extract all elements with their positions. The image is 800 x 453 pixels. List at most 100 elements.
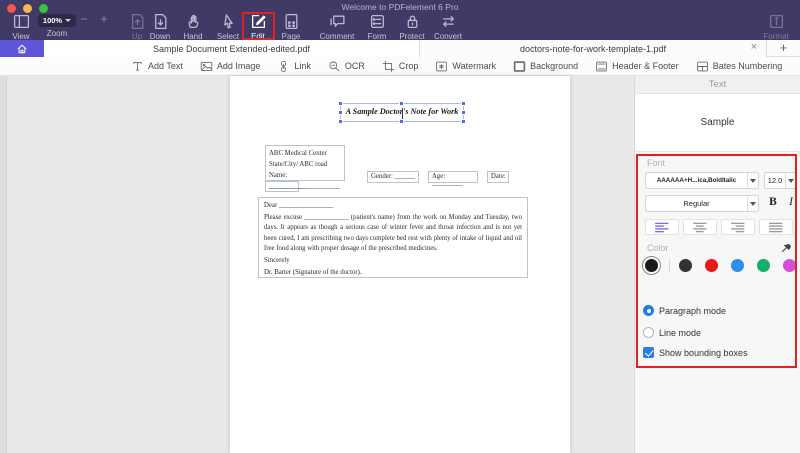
color-swatch-blue[interactable] xyxy=(731,259,744,272)
color-swatch-black[interactable] xyxy=(679,259,692,272)
color-swatch-red[interactable] xyxy=(705,259,718,272)
age-field-box[interactable]: Age: _________ xyxy=(428,171,478,183)
align-justify-button[interactable] xyxy=(759,219,793,235)
font-size-value: 12.0 xyxy=(765,176,785,185)
clinic-name: ABC Medical Center xyxy=(269,148,341,159)
line-mode-radio[interactable] xyxy=(643,327,654,338)
dropdown-arrow xyxy=(747,196,758,211)
tool-label: OCR xyxy=(345,61,365,71)
toolbar-format[interactable]: Format xyxy=(756,13,796,41)
resize-handle[interactable] xyxy=(338,119,343,124)
tool-label: Header & Footer xyxy=(612,61,679,71)
font-preview: Sample xyxy=(635,94,800,152)
zoom-out-button[interactable]: − xyxy=(76,12,92,26)
crop-icon xyxy=(382,60,395,73)
home-button[interactable] xyxy=(0,40,44,57)
tool-add-text[interactable]: Add Text xyxy=(131,60,183,73)
age-field: Age: _________ xyxy=(432,173,463,187)
clinic-info-box[interactable]: ABC Medical Center State/City/ ABC road … xyxy=(265,145,345,181)
toolbar-hand[interactable]: Hand xyxy=(173,13,213,41)
font-section-label: Font xyxy=(647,158,665,168)
tool-ocr[interactable]: OCR xyxy=(328,60,365,73)
resize-handle[interactable] xyxy=(399,101,404,106)
resize-handle[interactable] xyxy=(338,101,343,106)
eyedropper-button[interactable] xyxy=(781,240,793,252)
tab-label: Sample Document Extended-edited.pdf xyxy=(153,44,310,54)
toolbar-label: Zoom xyxy=(36,29,78,38)
font-style-dropdown[interactable]: Regular xyxy=(645,195,759,212)
canvas-left-edge xyxy=(0,76,7,453)
tool-header-footer[interactable]: Header & Footer xyxy=(595,60,679,73)
resize-handle[interactable] xyxy=(399,119,404,124)
new-tab-button[interactable]: + xyxy=(767,40,800,57)
toolbar-form[interactable]: Form xyxy=(357,13,397,41)
tab-inactive-document[interactable]: doctors-note-for-work-template-1.pdf × xyxy=(420,40,767,57)
gender-field: Gender: ______ xyxy=(371,173,415,180)
window-title: Welcome to PDFelement 6 Pro xyxy=(0,2,800,12)
align-right-button[interactable] xyxy=(721,219,755,235)
text-properties-panel: Text Sample Font AAAAAA+H...ica,BoldItal… xyxy=(634,76,800,453)
bold-button[interactable]: B xyxy=(766,196,780,208)
tool-crop[interactable]: Crop xyxy=(382,60,419,73)
selected-text-box[interactable]: A Sample Doctor's Note for Work xyxy=(340,103,464,122)
edit-tools-bar: Add Text Add Image Link OCR Crop Waterma… xyxy=(0,57,800,76)
color-section-label: Color xyxy=(647,243,669,253)
tool-watermark[interactable]: Watermark xyxy=(435,60,496,73)
name-underline: ___________ xyxy=(269,183,306,190)
tool-link[interactable]: Link xyxy=(277,60,311,73)
italic-button[interactable]: I xyxy=(784,196,798,208)
show-bounding-boxes-checkbox[interactable] xyxy=(643,347,654,358)
color-swatch-magenta[interactable] xyxy=(783,259,796,272)
zoom-in-button[interactable]: + xyxy=(96,12,112,26)
format-panel-icon xyxy=(768,13,785,30)
toolbar-view[interactable]: View xyxy=(1,13,41,41)
resize-handle[interactable] xyxy=(461,110,466,115)
resize-handle[interactable] xyxy=(461,101,466,106)
toolbar-comment[interactable]: Comment xyxy=(317,13,357,41)
gender-field-box[interactable]: Gender: ______ xyxy=(367,171,419,183)
tab-active-document[interactable]: Sample Document Extended-edited.pdf xyxy=(44,40,420,57)
edit-pencil-icon xyxy=(250,13,267,30)
align-center-button[interactable] xyxy=(683,219,717,235)
align-left-button[interactable] xyxy=(645,219,679,235)
resize-handle[interactable] xyxy=(461,119,466,124)
pdf-page[interactable]: A Sample Doctor's Note for Work ABC Medi… xyxy=(230,76,570,453)
header-footer-icon xyxy=(595,60,608,73)
main-toolbar: Welcome to PDFelement 6 Pro View 100% Zo… xyxy=(0,0,800,40)
chevron-down-icon xyxy=(65,19,71,22)
align-center-icon xyxy=(692,222,708,233)
signature: Dr. Barter (Signature of the doctor). xyxy=(264,268,522,278)
tool-label: Add Text xyxy=(148,61,183,71)
lock-icon xyxy=(404,13,421,30)
letter-body-box[interactable]: Dear ________________ Please excuse ____… xyxy=(258,197,528,278)
name-extension-box[interactable]: ___________ xyxy=(265,181,299,192)
paragraph-mode-label: Paragraph mode xyxy=(659,306,726,316)
font-size-dropdown[interactable]: 12.0 xyxy=(764,172,797,189)
toolbar-page[interactable]: Page xyxy=(271,13,311,41)
font-name-dropdown[interactable]: AAAAAA+H...ica,BoldItalic xyxy=(645,172,759,189)
align-left-icon xyxy=(654,222,670,233)
closing: Sincerely xyxy=(264,256,522,266)
date-field: Date: xyxy=(491,173,506,180)
chevron-down-icon xyxy=(750,179,756,183)
tool-add-image[interactable]: Add Image xyxy=(200,60,261,73)
tool-bates-numbering[interactable]: Bates Numbering xyxy=(696,60,783,73)
date-field-box[interactable]: Date: xyxy=(487,171,509,183)
paragraph-mode-radio[interactable] xyxy=(643,305,654,316)
close-tab-icon[interactable]: × xyxy=(751,41,757,53)
toolbar-convert[interactable]: Convert xyxy=(428,13,468,41)
color-swatch-selected[interactable] xyxy=(645,259,658,272)
tool-background[interactable]: Background xyxy=(513,60,578,73)
watermark-icon xyxy=(435,60,448,73)
add-image-icon xyxy=(200,60,213,73)
resize-handle[interactable] xyxy=(338,110,343,115)
background-icon xyxy=(513,60,526,73)
align-justify-icon xyxy=(768,222,784,233)
toolbar-protect[interactable]: Protect xyxy=(392,13,432,41)
zoom-level-dropdown[interactable]: 100% xyxy=(38,14,76,27)
home-icon xyxy=(16,43,28,55)
chevron-down-icon xyxy=(750,202,756,206)
dropdown-arrow xyxy=(747,173,758,188)
color-swatch-green[interactable] xyxy=(757,259,770,272)
form-list-icon xyxy=(369,13,386,30)
